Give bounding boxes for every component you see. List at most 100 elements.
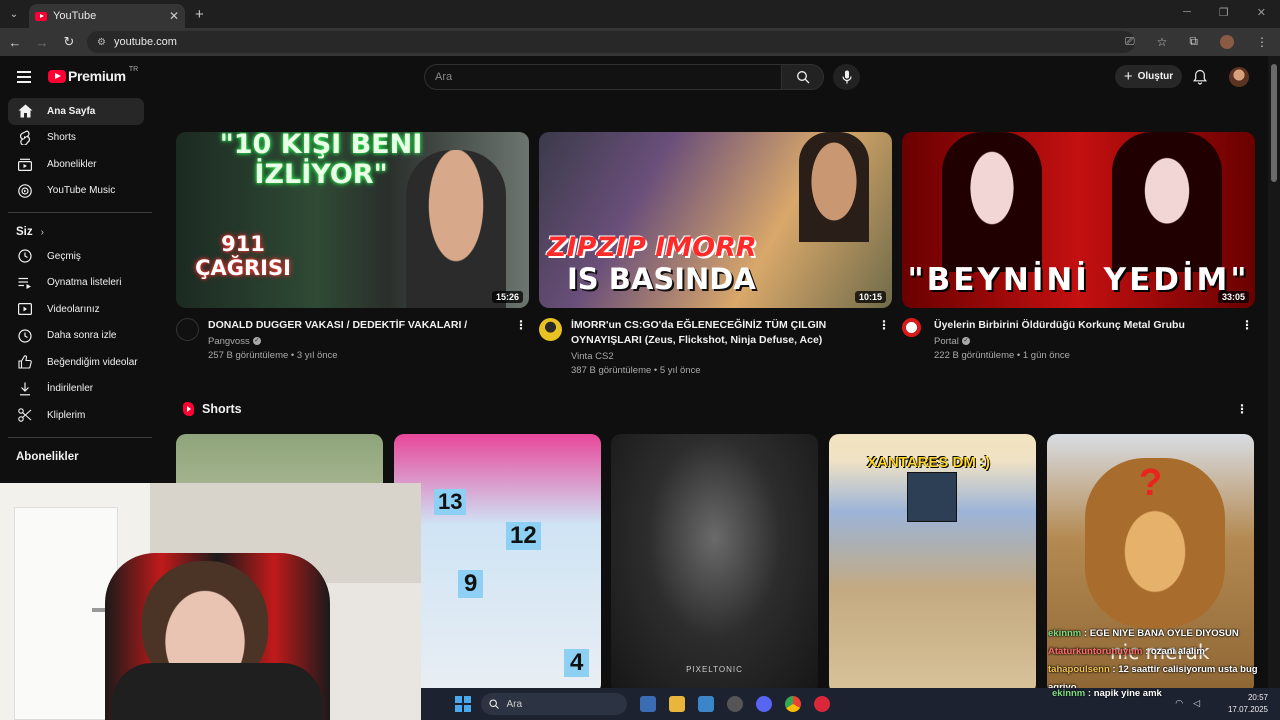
sidebar-item-label: Videolarınız (47, 303, 100, 315)
video-card[interactable]: "10 KİŞİ BENİ İZLİYOR" 911 ÇAĞRISI 15:26… (176, 132, 529, 363)
extensions-icon[interactable]: ⧉ (1189, 34, 1198, 49)
page-scrollbar[interactable] (1268, 56, 1280, 688)
bookmark-star-icon[interactable]: ☆ (1157, 35, 1168, 49)
video-duration: 15:26 (491, 291, 523, 303)
thumbnail-person (942, 132, 1042, 272)
user-avatar[interactable] (1229, 67, 1249, 87)
cast-icon[interactable]: ⎚ (1125, 34, 1135, 49)
steam-icon[interactable] (697, 696, 714, 712)
short-facecam (907, 472, 957, 522)
notifications-bell-icon[interactable] (1193, 69, 1207, 90)
browser-tab-youtube[interactable]: YouTube ✕ (29, 4, 185, 28)
download-icon (17, 381, 33, 397)
sidebar-you-heading[interactable]: Siz › (16, 221, 160, 243)
screen: ⌄ YouTube ✕ + ─ ❐ ✕ ← → ↻ ⚙ youtube.com … (0, 0, 1280, 720)
more-options-icon[interactable]: ⋮ (515, 318, 527, 332)
video-card[interactable]: "BEYNİNİ YEDİM" 33:05 Üyelerin Birbirini… (902, 132, 1255, 363)
tab-title: YouTube (53, 10, 97, 22)
forward-icon[interactable]: → (30, 35, 54, 50)
address-bar[interactable]: ⚙ youtube.com (87, 31, 1135, 53)
history-icon (17, 248, 33, 264)
short-card[interactable]: PIXELTONIC (611, 434, 818, 694)
sidebar-item-liked-videos[interactable]: Beğendiğim videolar (8, 349, 144, 376)
windows-start-icon[interactable] (455, 696, 471, 712)
discord-icon[interactable] (755, 696, 772, 712)
sidebar-item-watch-later[interactable]: Daha sonra izle (8, 323, 144, 350)
short-number-badge: 12 (506, 522, 541, 550)
search-icon (488, 699, 499, 709)
channel-name[interactable]: Vinta CS2 (571, 350, 868, 364)
shorts-section-header: Shorts (183, 402, 242, 416)
create-label: Oluştur (1137, 71, 1174, 82)
voice-search-button[interactable] (833, 64, 860, 90)
opera-icon[interactable] (813, 696, 830, 712)
sidebar-item-playlists[interactable]: Oynatma listeleri (8, 270, 144, 297)
video-thumbnail[interactable]: "BEYNİNİ YEDİM" 33:05 (902, 132, 1255, 308)
music-icon (17, 183, 33, 199)
tab-search-button[interactable]: ⌄ (5, 5, 23, 23)
video-title[interactable]: DONALD DUGGER VAKASI / DEDEKTİF VAKALARI… (208, 318, 505, 333)
short-card[interactable]: XANTARES DM :) (829, 434, 1036, 694)
back-icon[interactable]: ← (3, 35, 27, 50)
search-input[interactable] (435, 71, 781, 83)
channel-avatar[interactable] (902, 318, 921, 337)
taskbar-clock[interactable]: 20:57 17.07.2025 (1228, 692, 1268, 716)
reload-icon[interactable]: ↻ (57, 34, 81, 50)
sidebar-item-clips[interactable]: Kliplerim (8, 402, 144, 429)
sidebar-item-subscriptions[interactable]: Abonelikler (8, 151, 144, 178)
short-card[interactable]: 13 12 9 4 (394, 434, 601, 694)
taskbar-search[interactable]: Ara (480, 693, 627, 715)
chrome-icon[interactable] (784, 696, 801, 712)
browser-menu-icon[interactable]: ⋮ (1256, 35, 1268, 49)
more-options-icon[interactable]: ⋮ (878, 318, 890, 332)
scrollbar-thumb[interactable] (1271, 64, 1277, 182)
task-view-icon[interactable] (639, 696, 656, 712)
tab-close-icon[interactable]: ✕ (169, 9, 179, 23)
volume-icon[interactable]: ◁ (1193, 698, 1200, 709)
youtube-premium-logo[interactable]: Premium TR (48, 66, 138, 84)
minimize-icon[interactable]: ─ (1183, 6, 1191, 19)
thumbnail-caption-top: "BEYNİNİ YEDİM" (907, 262, 1250, 298)
sidebar-item-home[interactable]: Ana Sayfa (8, 98, 144, 125)
file-explorer-icon[interactable] (668, 696, 685, 712)
sidebar-item-shorts[interactable]: Shorts (8, 125, 144, 152)
new-tab-button[interactable]: + (195, 6, 204, 23)
shorts-more-options-icon[interactable]: ⋮ (1236, 402, 1248, 416)
channel-name[interactable]: Portal ✓ (934, 335, 1231, 349)
chat-line: ekinnm : napik yine amk (1052, 688, 1162, 699)
channel-avatar[interactable] (539, 318, 562, 341)
sidebar-item-history[interactable]: Geçmiş (8, 243, 144, 270)
chat-line: Ataturkuntorunuyum : ozani alalim (1048, 646, 1205, 657)
sidebar-item-label: İndirilenler (47, 383, 94, 395)
clips-icon (17, 407, 33, 423)
sidebar-item-your-videos[interactable]: Videolarınız (8, 296, 144, 323)
site-info-icon[interactable]: ⚙ (97, 37, 106, 48)
wifi-icon[interactable]: ◠ (1175, 698, 1183, 709)
window-close-icon[interactable]: ✕ (1257, 6, 1266, 19)
playlist-icon (17, 275, 33, 291)
video-title[interactable]: İMORR'un CS:GO'da EĞLENECEĞİNİZ TÜM ÇILG… (571, 318, 868, 348)
channel-name[interactable]: Pangvoss ✓ (208, 335, 505, 349)
create-button[interactable]: + Oluştur (1115, 65, 1182, 88)
sidebar-item-youtube-music[interactable]: YouTube Music (8, 178, 144, 205)
menu-hamburger-icon[interactable] (17, 71, 31, 86)
channel-avatar[interactable] (176, 318, 199, 341)
video-thumbnail[interactable]: ZIPZIP IMORR IS BASINDA 10:15 (539, 132, 892, 308)
thumbnail-caption-top: "10 KİŞİ BENİ İZLİYOR" (219, 132, 423, 190)
sidebar-item-label: Daha sonra izle (47, 330, 117, 342)
like-icon (17, 354, 33, 370)
sidebar-item-downloads[interactable]: İndirilenler (8, 376, 144, 403)
search-button[interactable] (781, 64, 824, 90)
maximize-icon[interactable]: ❐ (1219, 6, 1229, 19)
video-card[interactable]: ZIPZIP IMORR IS BASINDA 10:15 İMORR'un C… (539, 132, 892, 378)
video-thumbnail[interactable]: "10 KİŞİ BENİ İZLİYOR" 911 ÇAĞRISI 15:26 (176, 132, 529, 308)
video-title[interactable]: Üyelerin Birbirini Öldürdüğü Korkunç Met… (934, 318, 1231, 333)
browser-profile-avatar[interactable] (1220, 34, 1234, 49)
thumbnail-caption-side: 911 ÇAĞRISI (195, 232, 291, 280)
sidebar-item-label: Shorts (47, 132, 76, 144)
sidebar-item-label: YouTube Music (47, 185, 116, 197)
more-options-icon[interactable]: ⋮ (1241, 318, 1253, 332)
short-number-badge: 9 (458, 570, 484, 598)
epic-games-icon[interactable] (726, 696, 743, 712)
youtube-favicon-icon (35, 11, 47, 21)
